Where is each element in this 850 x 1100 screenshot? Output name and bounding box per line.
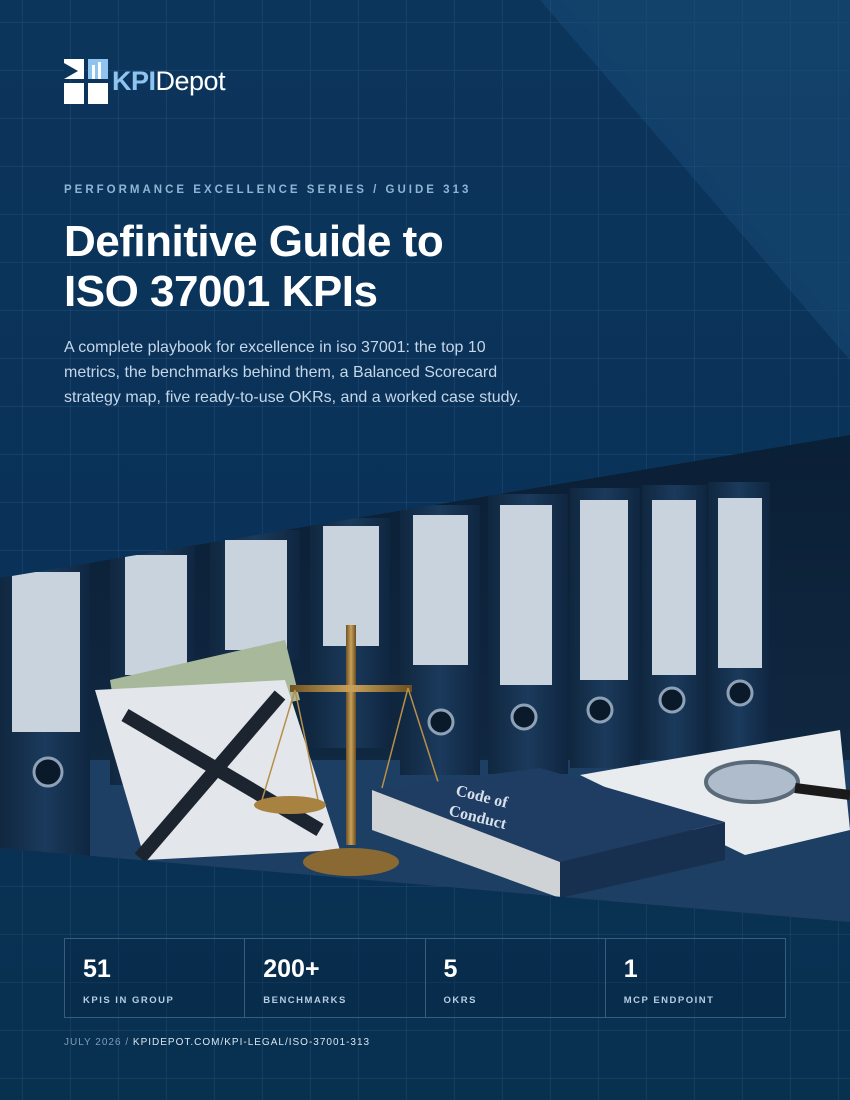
cover-photo: Code of Conduct: [0, 435, 850, 922]
stats-bar: 51 KPIS IN GROUP 200+ BENCHMARKS 5 OKRS …: [64, 938, 786, 1018]
stat-benchmarks: 200+ BENCHMARKS: [245, 939, 426, 1017]
stat-label: BENCHMARKS: [263, 995, 347, 1006]
stat-label: MCP ENDPOINT: [623, 995, 715, 1006]
stat-mcp: 1 MCP ENDPOINT: [606, 939, 785, 1017]
stat-value: 1: [623, 955, 638, 983]
stat-value: 51: [83, 955, 111, 983]
footer-url-link[interactable]: KPIDEPOT.COM/KPI-LEGAL/ISO-37001-313: [133, 1037, 370, 1048]
stat-value: 200+: [263, 955, 320, 983]
footer: JULY 2026 / KPIDEPOT.COM/KPI-LEGAL/ISO-3…: [64, 1037, 370, 1048]
footer-date: JULY 2026: [64, 1037, 122, 1048]
stat-kpis: 51 KPIS IN GROUP: [65, 939, 246, 1017]
footer-separator: /: [121, 1037, 133, 1048]
stat-label: KPIS IN GROUP: [83, 995, 175, 1006]
stat-value: 5: [443, 955, 458, 983]
stat-label: OKRS: [443, 995, 477, 1006]
stat-okrs: 5 OKRS: [426, 939, 606, 1017]
cover-page: KPIDepot PERFORMANCE EXCELLENCE SERIES /…: [0, 0, 850, 1100]
